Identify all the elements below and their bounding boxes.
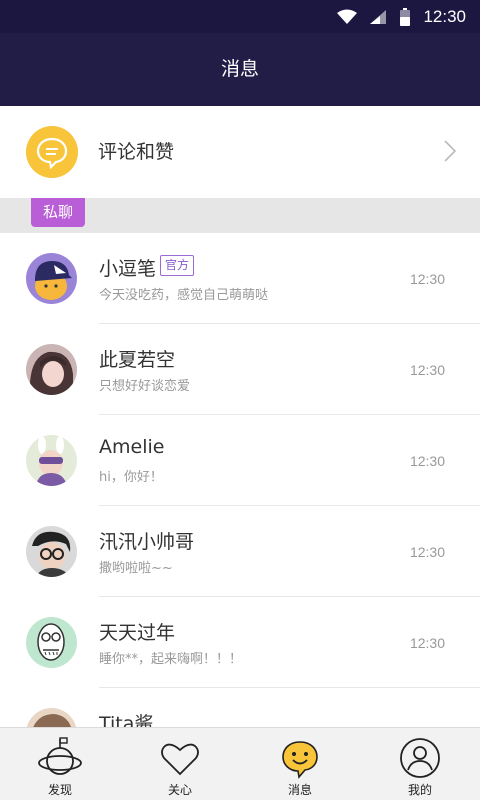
status-time: 12:30 [423, 6, 466, 26]
status-bar: 12:30 [0, 0, 480, 33]
contact-name: 小逗笔 [99, 258, 157, 280]
avatar [26, 344, 77, 395]
wifi-icon [337, 9, 358, 24]
message-row[interactable]: 小逗笔 官方 今天没吃药，感觉自己萌萌哒 12:30 [0, 233, 480, 324]
message-preview: 撒哟啦啦~~ [99, 561, 173, 576]
contact-name: Tita酱 [99, 713, 154, 727]
message-row[interactable]: Tita酱 [0, 688, 480, 727]
planet-icon [38, 737, 82, 775]
message-preview: 只想好好谈恋爱 [99, 379, 191, 394]
chevron-right-icon [444, 140, 456, 162]
avatar [26, 526, 77, 577]
tab-label: 发现 [47, 783, 72, 797]
battery-icon [400, 7, 411, 26]
tab-label: 消息 [287, 783, 312, 797]
message-row[interactable]: 天天过年 睡你**，起来嗨啊！！！ 12:30 [0, 597, 480, 688]
message-time: 12:30 [409, 362, 445, 378]
private-chat-tag: 私聊 [31, 198, 85, 227]
nav-header: 消息 [0, 33, 480, 106]
avatar [26, 617, 77, 668]
heart-icon [161, 743, 199, 776]
tab-messages[interactable]: 消息 [240, 728, 360, 800]
comments-likes-label: 评论和赞 [98, 141, 175, 163]
message-preview: 睡你**，起来嗨啊！！！ [99, 652, 243, 667]
bottom-tab-bar: 发现 关心 消息 我的 [0, 727, 480, 800]
official-badge: 官方 [160, 255, 195, 276]
user-icon [400, 738, 440, 778]
message-time: 12:30 [409, 544, 445, 560]
message-row[interactable]: 此夏若空 只想好好谈恋爱 12:30 [0, 324, 480, 415]
comments-likes-entry[interactable]: 评论和赞 [0, 106, 480, 198]
tab-mine[interactable]: 我的 [360, 728, 480, 800]
tab-discover[interactable]: 发现 [0, 728, 120, 800]
message-time: 12:30 [409, 271, 445, 287]
signal-icon [370, 9, 387, 24]
message-time: 12:30 [409, 635, 445, 651]
tab-care[interactable]: 关心 [120, 728, 240, 800]
contact-name: Amelie [99, 436, 165, 458]
section-header: 私聊 [0, 198, 480, 233]
message-row[interactable]: 汛汛小帅哥 撒哟啦啦~~ 12:30 [0, 506, 480, 597]
avatar [26, 708, 77, 727]
message-list[interactable]: 小逗笔 官方 今天没吃药，感觉自己萌萌哒 12:30 此夏若空 只想好好谈恋爱 … [0, 233, 480, 727]
page-title: 消息 [220, 58, 259, 80]
avatar [26, 435, 77, 486]
tab-label: 关心 [167, 783, 192, 797]
message-row[interactable]: Amelie hi，你好！ 12:30 [0, 415, 480, 506]
comment-bubble-icon [26, 126, 78, 178]
contact-name: 此夏若空 [99, 349, 176, 371]
message-preview: hi，你好！ [99, 470, 163, 485]
message-time: 12:30 [409, 453, 445, 469]
contact-name: 汛汛小帅哥 [99, 531, 195, 553]
tab-label: 我的 [407, 783, 432, 797]
status-icons: 12:30 [337, 0, 466, 33]
message-preview: 今天没吃药，感觉自己萌萌哒 [99, 288, 269, 303]
avatar [26, 253, 77, 304]
smiley-bubble-icon [282, 741, 318, 779]
contact-name: 天天过年 [99, 622, 176, 644]
